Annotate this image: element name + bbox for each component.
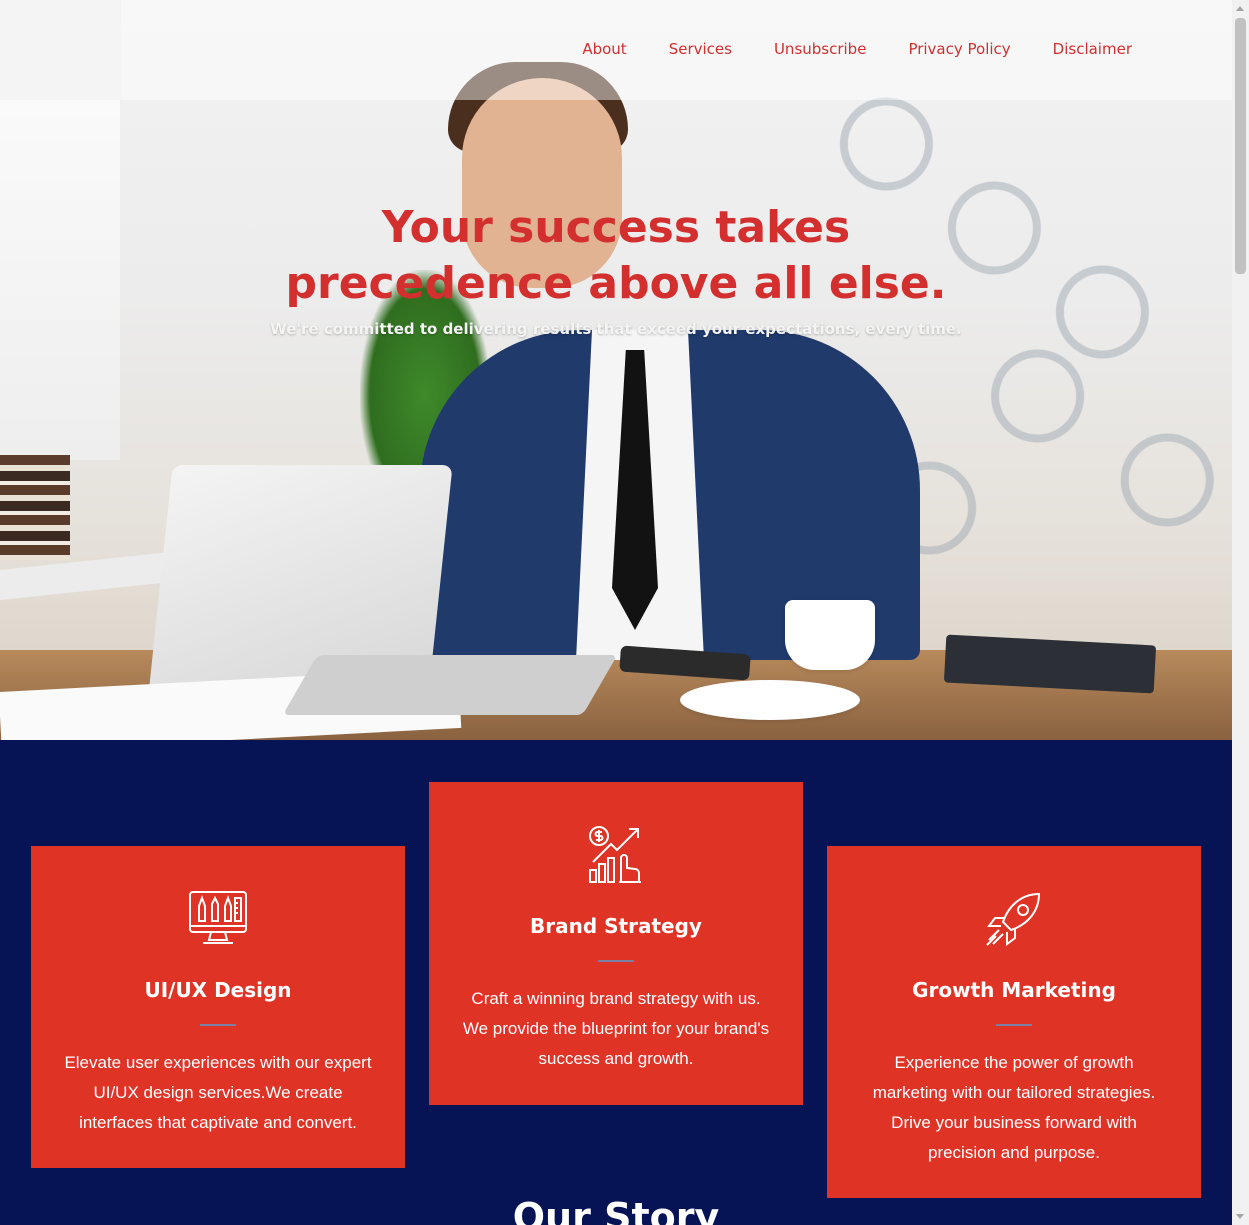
hero-saucer xyxy=(680,680,860,720)
design-tools-monitor-icon xyxy=(189,891,247,944)
services-section: UI/UX Design Elevate user experiences wi… xyxy=(0,740,1232,1225)
growth-chart-dollar-icon xyxy=(589,826,641,883)
nav-privacy-policy[interactable]: Privacy Policy xyxy=(908,40,1010,58)
hero-books xyxy=(0,455,70,560)
site-header: About Services Unsubscribe Privacy Polic… xyxy=(0,0,1232,100)
service-description: Craft a winning brand strategy with us. … xyxy=(462,989,770,1068)
hero-text: Your success takes precedence above all … xyxy=(0,200,1232,338)
service-title: Growth Marketing xyxy=(912,978,1116,1002)
story-heading-prefix: Our xyxy=(512,1195,591,1225)
hero-keyboard xyxy=(282,655,618,715)
service-description: Elevate user experiences with our expert… xyxy=(64,1053,372,1132)
scrollbar-thumb[interactable] xyxy=(1235,18,1246,274)
nav-disclaimer[interactable]: Disclaimer xyxy=(1053,40,1132,58)
scroll-up-arrow-icon[interactable] xyxy=(1236,6,1244,11)
hero-section: About Services Unsubscribe Privacy Polic… xyxy=(0,0,1232,740)
card-divider xyxy=(598,960,634,962)
service-title: UI/UX Design xyxy=(144,978,292,1002)
service-card-growth-marketing: Growth Marketing Experience the power of… xyxy=(827,846,1201,1198)
story-heading-highlight: Story xyxy=(604,1195,720,1225)
service-card-uiux: UI/UX Design Elevate user experiences wi… xyxy=(31,846,405,1168)
logo-area xyxy=(0,0,121,100)
nav-about[interactable]: About xyxy=(582,40,626,58)
nav-services[interactable]: Services xyxy=(669,40,732,58)
scroll-down-arrow-icon[interactable] xyxy=(1236,1214,1244,1219)
service-description: Experience the power of growth marketing… xyxy=(872,1053,1156,1162)
card-divider xyxy=(200,1024,236,1026)
service-title: Brand Strategy xyxy=(530,914,702,938)
card-divider xyxy=(996,1024,1032,1026)
service-card-brand-strategy: Brand Strategy Craft a winning brand str… xyxy=(429,782,803,1105)
main-nav: About Services Unsubscribe Privacy Polic… xyxy=(582,40,1132,58)
hero-cup xyxy=(785,600,875,670)
nav-unsubscribe[interactable]: Unsubscribe xyxy=(774,40,866,58)
story-heading: Our Story xyxy=(0,1195,1232,1225)
page-scrollbar[interactable] xyxy=(1232,0,1249,1225)
hero-title: Your success takes precedence above all … xyxy=(285,202,947,309)
hero-subtitle: We're committed to delivering results th… xyxy=(270,320,962,338)
rocket-icon xyxy=(986,892,1041,946)
